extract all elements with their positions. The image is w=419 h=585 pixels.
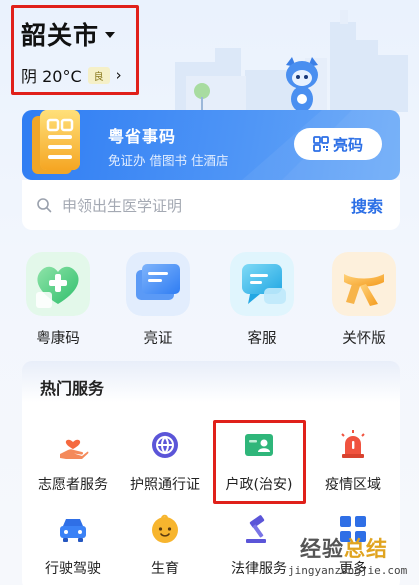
watermark: 经验总结 jingyanzongjie.com — [288, 533, 419, 585]
aqi-badge: 良 — [87, 66, 110, 84]
health-code-icon — [26, 252, 90, 316]
chevron-right-icon: › — [115, 66, 122, 84]
alarm-icon — [341, 430, 365, 458]
quick-entry-customer-service[interactable]: 客服 — [222, 252, 302, 348]
baby-icon — [152, 514, 178, 543]
search-icon — [37, 198, 52, 213]
quick-entry-label: 关怀版 — [342, 331, 386, 347]
city-selector[interactable]: 韶关市 — [21, 16, 116, 52]
quick-entry-show-license[interactable]: 亮证 — [118, 252, 198, 348]
banner-subtitle: 免证办 借图书 住酒店 — [108, 153, 229, 168]
chat-icon — [230, 252, 294, 316]
qr-code-icon — [313, 136, 329, 152]
service-driving[interactable]: 行驶驾驶 — [26, 512, 120, 578]
passport-icon — [152, 432, 178, 458]
gavel-icon — [246, 515, 266, 543]
cards-icon — [126, 252, 190, 316]
service-epidemic-area[interactable]: 疫情区域 — [306, 428, 400, 494]
weather-text: 阴 20°C — [21, 67, 82, 86]
service-label: 生育 — [151, 561, 179, 577]
city-name: 韶关市 — [21, 21, 100, 50]
service-label: 护照通行证 — [130, 477, 200, 493]
household-service-highlight — [213, 420, 306, 504]
quick-entry-label: 客服 — [247, 331, 277, 347]
watermark-url: jingyanzongjie.com — [288, 564, 408, 577]
volunteer-hand-icon — [60, 439, 89, 459]
service-label: 疫情区域 — [325, 477, 381, 493]
banner-title: 粤省事码 — [108, 127, 177, 146]
quick-entry-label: 亮证 — [143, 331, 173, 347]
quick-entry-label: 粤康码 — [36, 331, 80, 347]
service-birth[interactable]: 生育 — [118, 512, 212, 578]
mascot-illustration — [286, 57, 318, 116]
search-bar[interactable]: 申领出生医学证明 搜索 — [22, 180, 400, 230]
search-button[interactable]: 搜索 — [351, 193, 383, 217]
search-input[interactable]: 申领出生医学证明 — [62, 195, 351, 216]
show-code-label: 亮码 — [332, 135, 363, 154]
car-icon — [60, 519, 86, 542]
quick-entry-row: 粤康码 亮证 客服 关怀版 — [22, 252, 400, 347]
tree-illustration — [194, 83, 210, 112]
service-passport[interactable]: 护照通行证 — [118, 428, 212, 494]
section-title: 热门服务 — [40, 379, 105, 398]
quick-entry-care-mode[interactable]: 关怀版 — [324, 252, 404, 348]
weather-info[interactable]: 阴 20°C 良 › — [21, 63, 122, 87]
watermark-text: 经验总结 — [300, 537, 388, 561]
caret-down-icon — [105, 32, 116, 38]
service-label: 志愿者服务 — [38, 477, 108, 493]
quick-entry-health-code[interactable]: 粤康码 — [18, 252, 98, 348]
show-code-button[interactable]: 亮码 — [294, 128, 382, 160]
service-label: 行驶驾驶 — [45, 561, 101, 577]
scarf-icon — [332, 252, 396, 316]
code-card-icon — [32, 110, 80, 174]
service-volunteer[interactable]: 志愿者服务 — [26, 428, 120, 494]
